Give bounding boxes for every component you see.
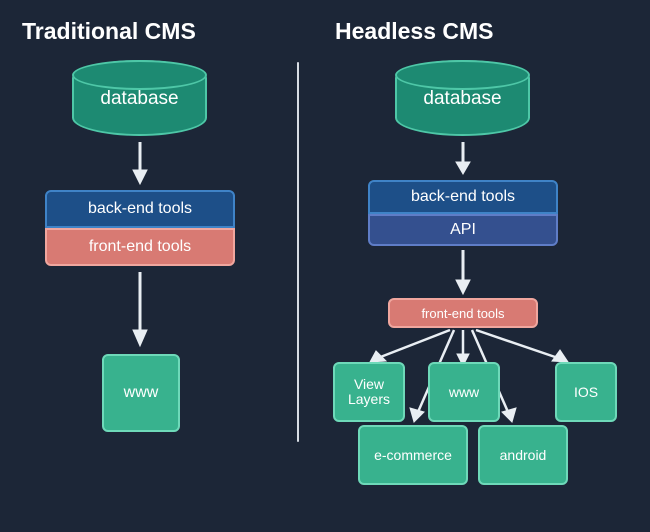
db-top-ellipse: [395, 60, 530, 90]
backend-traditional: back-end tools: [45, 190, 235, 228]
db-traditional: database: [72, 60, 207, 136]
arrow-down-icon: [130, 270, 150, 348]
arrow-down-icon: [453, 248, 473, 296]
view-layers-l2: Layers: [348, 392, 390, 407]
db-traditional-label: database: [74, 88, 205, 110]
view-layers-l1: View: [354, 377, 384, 392]
output-ios: IOS: [555, 362, 617, 422]
api-headless: API: [368, 214, 558, 246]
www-traditional: www: [102, 354, 180, 432]
title-traditional: Traditional CMS: [22, 18, 196, 45]
title-headless: Headless CMS: [335, 18, 494, 45]
output-view-layers: View Layers: [333, 362, 405, 422]
db-headless: database: [395, 60, 530, 136]
arrow-down-icon: [453, 140, 473, 176]
output-www: www: [428, 362, 500, 422]
backend-headless: back-end tools: [368, 180, 558, 214]
frontend-headless: front-end tools: [388, 298, 538, 328]
frontend-traditional: front-end tools: [45, 228, 235, 266]
output-ecommerce: e-commerce: [358, 425, 468, 485]
output-android: android: [478, 425, 568, 485]
db-headless-label: database: [397, 88, 528, 110]
arrow-down-icon: [130, 140, 150, 186]
db-top-ellipse: [72, 60, 207, 90]
divider-line: [297, 62, 299, 442]
